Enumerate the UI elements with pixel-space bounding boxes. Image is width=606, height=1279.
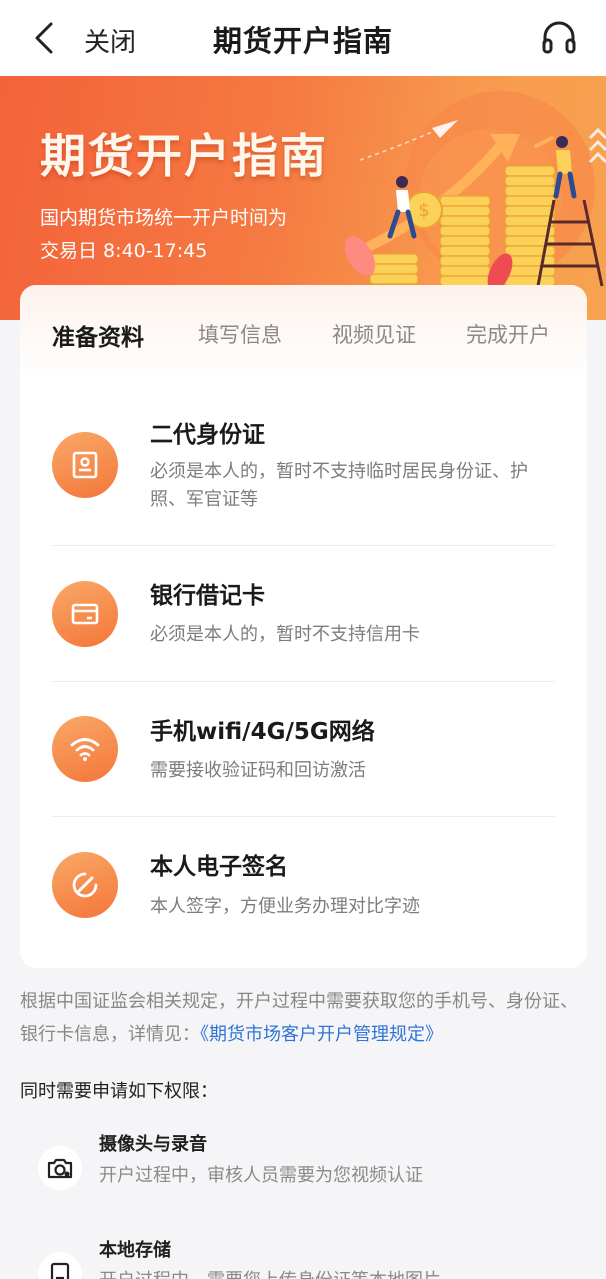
step-fill-info: 填写信息 [198,323,282,347]
permission-desc: 开户过程中，需要您上传身份证等本地图片 [99,1266,441,1279]
customer-service-button[interactable] [540,20,578,56]
banner-subtitle-line1: 国内期货市场统一开户时间为 [40,207,288,229]
divider [52,681,555,682]
requirement-title: 银行借记卡 [150,583,265,609]
step-video: 视频见证 [332,323,416,347]
requirements-card: 准备资料 填写信息 视频见证 完成开户 二代身份证 必须是本人的，暂时不支持临时… [20,285,587,968]
id-card-icon [52,432,118,498]
permission-title: 摄像头与录音 [99,1134,207,1155]
top-nav-bar: 关闭 期货开户指南 [0,0,606,76]
regulation-link[interactable]: 《期货市场客户开户管理规定》 [200,1024,443,1045]
requirement-title: 本人电子签名 [150,854,288,880]
storage-icon [38,1252,82,1279]
svg-text:$: $ [418,200,429,221]
step-prepare: 准备资料 [52,325,144,351]
permissions-heading: 同时需要申请如下权限： [20,1081,218,1102]
permission-desc: 开户过程中，审核人员需要为您视频认证 [99,1165,423,1186]
banner-subtitle-line2: 交易日 8:40-17:45 [40,240,208,262]
permission-title: 本地存储 [99,1240,171,1261]
regulation-notice: 根据中国证监会相关规定，开户过程中需要获取您的手机号、身份证、银行卡信息，详情见… [20,985,590,1051]
signature-icon [52,852,118,918]
requirement-title: 二代身份证 [150,422,265,448]
camera-icon [38,1146,82,1190]
banner-title: 期货开户指南 [40,129,328,183]
requirement-desc: 必须是本人的，暂时不支持信用卡 [150,624,420,645]
coins-growth-illustration: $ [344,91,606,291]
headset-icon [542,21,576,54]
divider [52,545,555,546]
requirement-desc: 需要接收验证码和回访激活 [150,760,366,781]
requirement-title: 手机wifi/4G/5G网络 [150,719,375,745]
hero-banner: 期货开户指南 国内期货市场统一开户时间为 交易日 8:40-17:45 $ [0,76,606,320]
bank-card-icon [52,581,118,647]
requirement-desc: 本人签字，方便业务办理对比字迹 [150,896,420,917]
page-title: 期货开户指南 [212,24,393,58]
banner-subtitle: 国内期货市场统一开户时间为 交易日 8:40-17:45 [40,202,360,268]
divider [52,816,555,817]
step-complete: 完成开户 [466,323,550,347]
wifi-icon [52,716,118,782]
requirement-desc: 必须是本人的，暂时不支持临时居民身份证、护照、军官证等 [150,461,528,510]
